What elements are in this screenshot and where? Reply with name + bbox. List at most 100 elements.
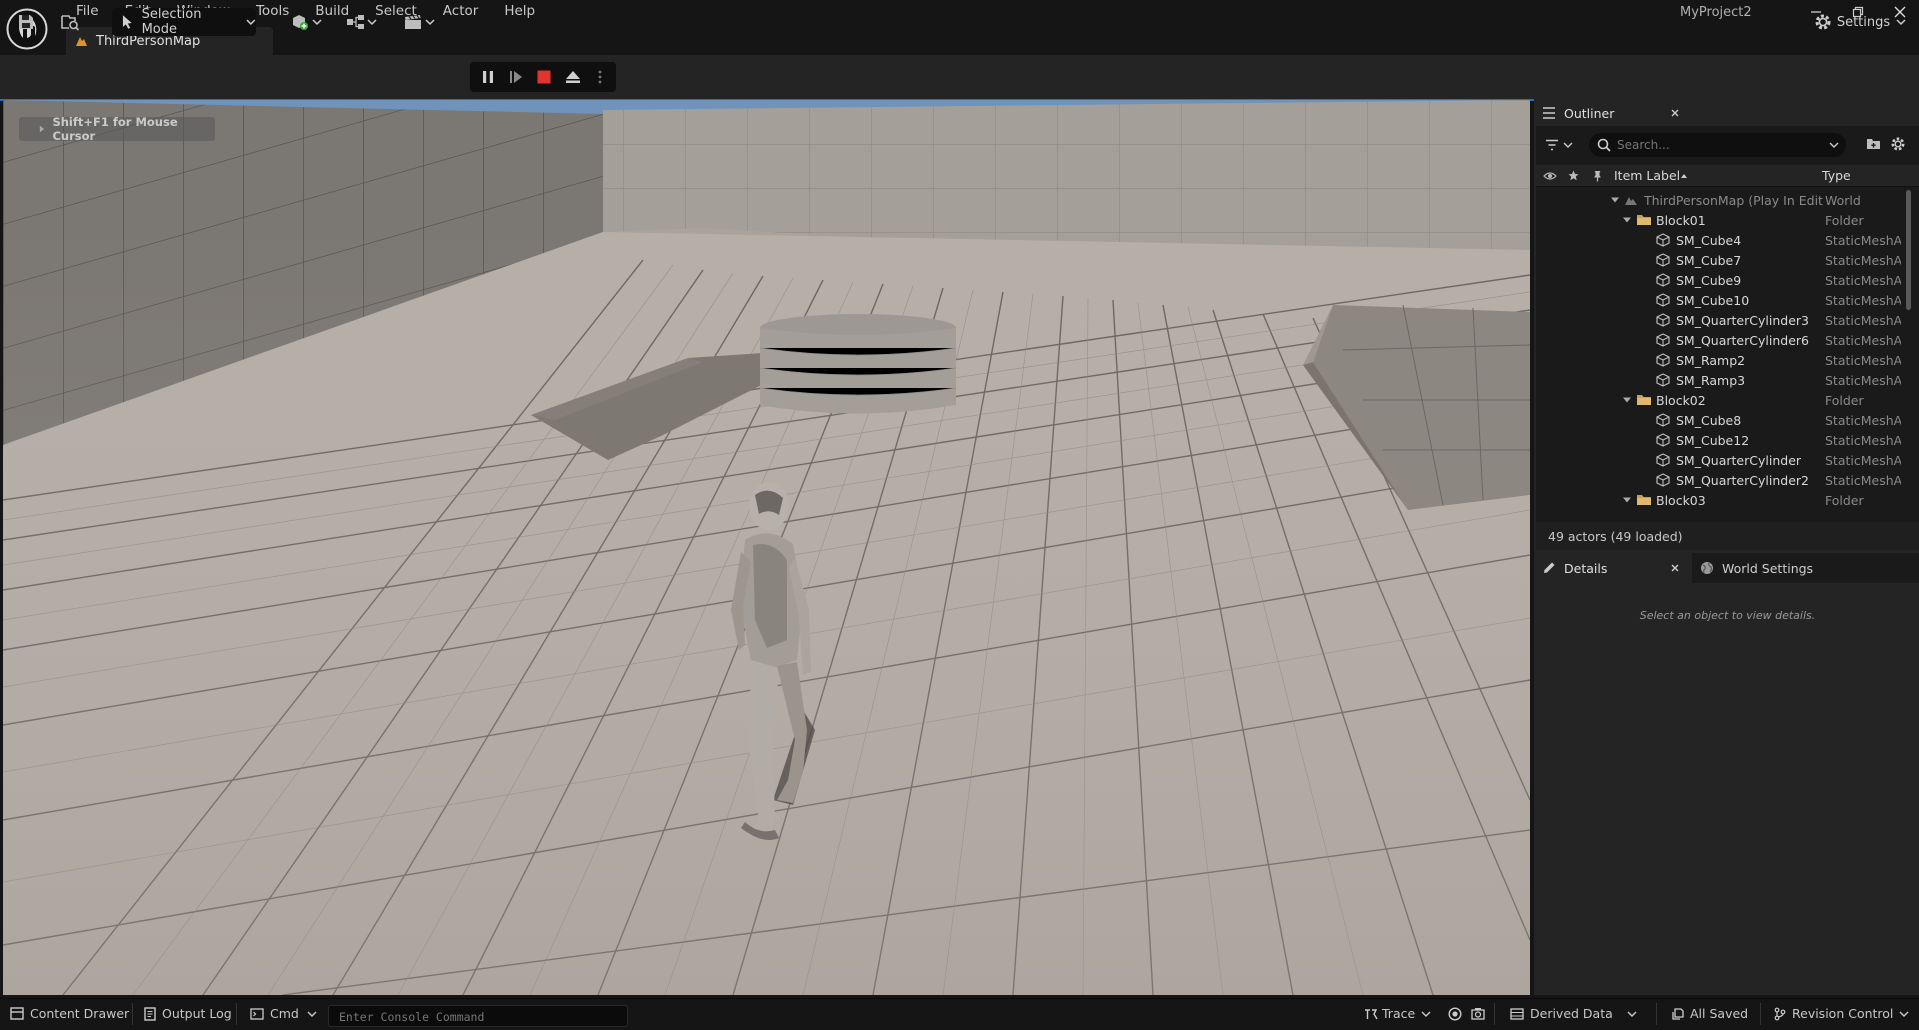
outliner-item-type: StaticMeshActor	[1825, 433, 1901, 448]
revision-control-dropdown[interactable]: Revision Control	[1774, 998, 1909, 1029]
outliner-world-row[interactable]: ThirdPersonMap (Play In Edit World	[1536, 190, 1902, 210]
save-all-button[interactable]: All Saved	[1672, 998, 1748, 1029]
pin-icon[interactable]	[1593, 170, 1602, 182]
outliner-settings-button[interactable]	[1890, 136, 1906, 152]
outliner-item-label: SM_QuarterCylinder	[1676, 453, 1802, 468]
details-tab-strip: Details World Settings	[1536, 553, 1919, 583]
close-tab-icon[interactable]	[1670, 108, 1680, 118]
outliner-actor-row[interactable]: SM_Cube9 StaticMeshActor	[1536, 270, 1902, 290]
outliner-folder-row[interactable]: Block03 Folder	[1536, 490, 1902, 510]
level-icon	[76, 37, 87, 46]
settings-dropdown[interactable]: Settings	[1812, 8, 1908, 36]
step-frame-button[interactable]	[504, 62, 528, 92]
play-options-button[interactable]	[592, 62, 608, 92]
selection-mode-label: Selection Mode	[141, 7, 202, 37]
search-icon	[1597, 138, 1611, 152]
tab-world-settings[interactable]: World Settings	[1696, 553, 1836, 583]
outliner-actor-row[interactable]: SM_Ramp2 StaticMeshActor	[1536, 350, 1902, 370]
outliner-item-type: StaticMeshActor	[1825, 353, 1901, 368]
expand-arrow-icon[interactable]	[1622, 495, 1632, 505]
outliner-item-label: SM_Cube8	[1676, 413, 1742, 428]
menu-actor[interactable]: Actor	[431, 0, 493, 24]
browse-content-button[interactable]	[56, 8, 84, 36]
outliner-actor-row[interactable]: SM_QuarterCylinder2 StaticMeshActor	[1536, 470, 1902, 490]
selection-mode-dropdown[interactable]: Selection Mode	[112, 7, 256, 37]
static-mesh-icon	[1656, 373, 1670, 387]
derived-data-label: Derived Data	[1530, 1006, 1613, 1021]
outliner-scrollbar[interactable]	[1906, 190, 1911, 310]
chevron-down-icon[interactable]	[1829, 140, 1839, 150]
outliner-item-label: SM_QuarterCylinder2	[1676, 473, 1809, 488]
folder-icon	[1636, 493, 1652, 507]
outliner-item-type: StaticMeshActor	[1825, 293, 1901, 308]
blueprints-button[interactable]	[340, 8, 382, 36]
static-mesh-icon	[1656, 253, 1670, 267]
outliner-item-label: SM_Ramp2	[1676, 353, 1746, 368]
outliner-item-label: Block03	[1656, 493, 1706, 508]
column-type[interactable]: Type	[1822, 168, 1851, 183]
save-button[interactable]	[12, 8, 40, 36]
filter-button[interactable]	[1545, 137, 1577, 153]
outliner-item-label: SM_Cube7	[1676, 253, 1742, 268]
outliner-folder-row[interactable]: Block01 Folder	[1536, 210, 1902, 230]
tab-details[interactable]: Details	[1536, 553, 1692, 583]
outliner-status: 49 actors (49 loaded)	[1536, 522, 1919, 550]
expand-arrow-icon[interactable]	[1622, 395, 1632, 405]
pause-button[interactable]	[476, 62, 500, 92]
outliner-actor-row[interactable]: SM_Cube10 StaticMeshActor	[1536, 290, 1902, 310]
level-viewport[interactable]	[3, 100, 1530, 995]
outliner-actor-row[interactable]: SM_Ramp3 StaticMeshActor	[1536, 370, 1902, 390]
blueprint-icon	[347, 15, 364, 29]
menu-help[interactable]: Help	[492, 0, 549, 24]
pause-icon	[483, 71, 493, 83]
details-tab-label: Details	[1564, 560, 1608, 576]
content-drawer-button[interactable]: Content Drawer	[10, 998, 129, 1029]
tab-outliner[interactable]: Outliner	[1538, 100, 1692, 126]
outliner-search	[1589, 133, 1846, 157]
chevron-down-icon	[1563, 142, 1573, 148]
outliner-item-type: StaticMeshActor	[1825, 413, 1901, 428]
outliner-actor-row[interactable]: SM_QuarterCylinder3 StaticMeshActor	[1536, 310, 1902, 330]
outliner-item-label: Block02	[1656, 393, 1706, 408]
outliner-icon	[1543, 107, 1555, 119]
close-tab-icon[interactable]	[1670, 563, 1680, 573]
outliner-actor-row[interactable]: SM_Cube8 StaticMeshActor	[1536, 410, 1902, 430]
divider	[132, 1003, 133, 1025]
outliner-item-type: StaticMeshActor	[1825, 233, 1901, 248]
outliner-actor-row[interactable]: SM_Cube4 StaticMeshActor	[1536, 230, 1902, 250]
add-folder-button[interactable]	[1866, 137, 1881, 151]
record-button[interactable]	[1448, 998, 1462, 1029]
outliner-actor-row[interactable]: SM_Cube7 StaticMeshActor	[1536, 250, 1902, 270]
world-icon	[1624, 193, 1638, 207]
add-actor-button[interactable]	[285, 8, 327, 36]
search-input[interactable]	[1615, 137, 1829, 153]
expand-arrow-icon[interactable]	[1610, 195, 1620, 205]
outliner-actor-row[interactable]: SM_QuarterCylinder6 StaticMeshActor	[1536, 330, 1902, 350]
divider	[1494, 1003, 1495, 1025]
chevron-down-icon	[1627, 1011, 1637, 1017]
gear-icon	[1815, 14, 1831, 30]
expand-arrow-icon[interactable]	[1622, 215, 1632, 225]
cinematics-button[interactable]	[398, 8, 440, 36]
outliner-actor-row[interactable]: SM_QuarterCylinder StaticMeshActor	[1536, 450, 1902, 470]
outliner-folder-row[interactable]: Block02 Folder	[1536, 390, 1902, 410]
scene-render	[3, 100, 1530, 995]
branch-icon	[1774, 1007, 1786, 1020]
cmd-dropdown[interactable]: Cmd	[250, 998, 317, 1029]
outliner-actor-row[interactable]: SM_Cube12 StaticMeshActor	[1536, 430, 1902, 450]
output-log-button[interactable]: Output Log	[144, 998, 232, 1029]
outliner-item-type: StaticMeshActor	[1825, 333, 1901, 348]
outliner-item-label: SM_Cube10	[1676, 293, 1750, 308]
console-command-input[interactable]	[337, 1009, 621, 1025]
static-mesh-icon	[1656, 413, 1670, 427]
static-mesh-icon	[1656, 333, 1670, 347]
eye-icon[interactable]	[1543, 171, 1557, 181]
column-item-label[interactable]: Item Label	[1614, 168, 1680, 183]
trace-dropdown[interactable]: Trace	[1364, 998, 1431, 1029]
screenshot-button[interactable]	[1471, 998, 1485, 1029]
derived-data-dropdown[interactable]: Derived Data	[1510, 998, 1637, 1029]
eject-button[interactable]	[560, 62, 586, 92]
star-icon[interactable]	[1568, 170, 1579, 181]
stop-button[interactable]	[532, 62, 556, 92]
chevron-down-icon	[312, 19, 322, 26]
